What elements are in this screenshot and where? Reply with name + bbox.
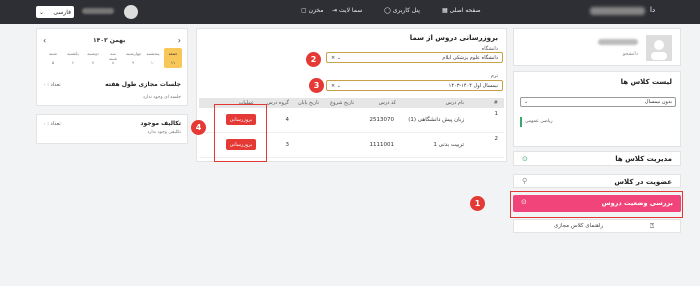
chevron-left-icon[interactable]: ‹ — [43, 36, 46, 45]
user-avatar[interactable] — [124, 5, 138, 19]
student-name-redacted — [598, 39, 638, 45]
university-select[interactable]: × ⌄ دانشگاه علوم پزشکی ایلام — [326, 52, 503, 63]
calendar-date[interactable]: ۷ — [86, 60, 100, 65]
manage-classes-item[interactable]: مدیریت کلاس ها ⊙ — [513, 151, 681, 166]
role-label: دانشجو — [622, 51, 638, 57]
nav-sama-lite[interactable]: ⇥ سما لایت — [332, 7, 362, 14]
weekly-sessions-count: تعداد : ۰ — [43, 82, 61, 88]
class-item[interactable]: ریاضی عمومی — [520, 114, 676, 128]
calendar-weekday: پنجشنبه — [146, 51, 160, 56]
logout-icon: ⇥ — [332, 7, 338, 14]
brand-suffix: دا — [650, 6, 656, 14]
assignments-card: تکالیف موجود تعداد : ۰ تکلیفی وجود ندارد — [36, 114, 188, 144]
help-icon: ⍰ — [650, 222, 655, 230]
language-label: فارسی — [53, 8, 71, 16]
callout-3: 3 — [309, 78, 324, 93]
grid-icon: ▦ — [442, 7, 448, 14]
weekly-sessions-empty: جلسه ای وجود ندارد — [142, 95, 181, 100]
nav-user-panel[interactable]: ◯ پنل کاربری — [384, 7, 420, 14]
highlight-box-course-status — [510, 191, 683, 218]
class-membership-item[interactable]: عضویت در کلاس ⚲ — [513, 174, 681, 188]
assignments-count: تعداد : ۰ — [43, 121, 61, 127]
calendar-card: ‹ بهمن ۱۴۰۳ › شنبه یکشنبه دوشنبه سه شنبه… — [36, 28, 188, 106]
folder-icon: ▢ — [301, 7, 307, 14]
chevron-right-icon[interactable]: › — [178, 36, 181, 45]
calendar-weekday: جمعه — [168, 51, 178, 56]
callout-2: 2 — [306, 52, 321, 67]
chevron-down-icon: ⌄ — [39, 8, 45, 16]
callout-1: 1 — [470, 196, 485, 211]
user-icon: ◯ — [384, 7, 391, 14]
calendar-date[interactable]: ۸ — [106, 60, 120, 65]
calendar-date[interactable]: ۱۰ — [146, 60, 160, 65]
chevron-down-icon: ⌄ — [524, 99, 529, 105]
assignments-empty: تکلیفی وجود ندارد — [147, 130, 181, 135]
username-redacted — [82, 8, 114, 14]
calendar-month: بهمن ۱۴۰۳ — [93, 37, 126, 44]
calendar-weekday: شنبه — [49, 51, 57, 56]
calendar-date[interactable]: ۵ — [46, 60, 60, 65]
calendar-weekday: دوشنبه — [87, 51, 99, 56]
weekly-sessions-title: جلسات مجازی طول هفته — [105, 81, 181, 88]
highlight-box-update-buttons — [214, 104, 267, 162]
term-select[interactable]: × ⌄ نیمسال اول ۱۴۰۴-۱۴۰۳ — [326, 80, 503, 91]
class-item-marker — [520, 117, 522, 127]
semester-select[interactable]: ⌄ بدون نیمسال — [520, 97, 676, 107]
clear-icon: × ⌄ — [331, 82, 341, 89]
user-add-icon: ⚲ — [522, 177, 528, 185]
assignments-title: تکالیف موجود — [140, 120, 181, 127]
virtual-class-guide-item[interactable]: راهنمای کلاس مجازی ⍰ — [513, 219, 681, 233]
calendar-date[interactable]: ۱۱ — [166, 60, 180, 65]
check-circle-icon: ⊙ — [522, 155, 528, 163]
term-label: ترم — [490, 73, 498, 79]
update-panel-title: بروزرسانی دروس از سما — [409, 34, 498, 42]
class-list-card: لیست کلاس ها ⌄ بدون نیمسال ریاضی عمومی — [513, 71, 681, 147]
clear-icon: × ⌄ — [331, 54, 341, 61]
nav-home[interactable]: ▦ صفحه اصلی — [442, 7, 481, 14]
top-bar: ⌄ فارسی ▢ مخزن ⇥ سما لایت ◯ پنل کاربری ▦… — [0, 0, 700, 24]
calendar-date[interactable]: ۹ — [126, 60, 140, 65]
calendar-weekday: چهارشنبه — [126, 51, 142, 56]
profile-card: دانشجو — [513, 28, 681, 66]
avatar — [646, 35, 672, 61]
nav-repository[interactable]: ▢ مخزن — [301, 7, 323, 14]
brand-name-redacted — [590, 7, 645, 15]
class-list-title: لیست کلاس ها — [620, 78, 672, 86]
calendar-date[interactable]: ۶ — [66, 60, 80, 65]
calendar-weekday: یکشنبه — [67, 51, 79, 56]
language-select[interactable]: ⌄ فارسی — [36, 6, 74, 18]
callout-4: 4 — [191, 120, 206, 135]
